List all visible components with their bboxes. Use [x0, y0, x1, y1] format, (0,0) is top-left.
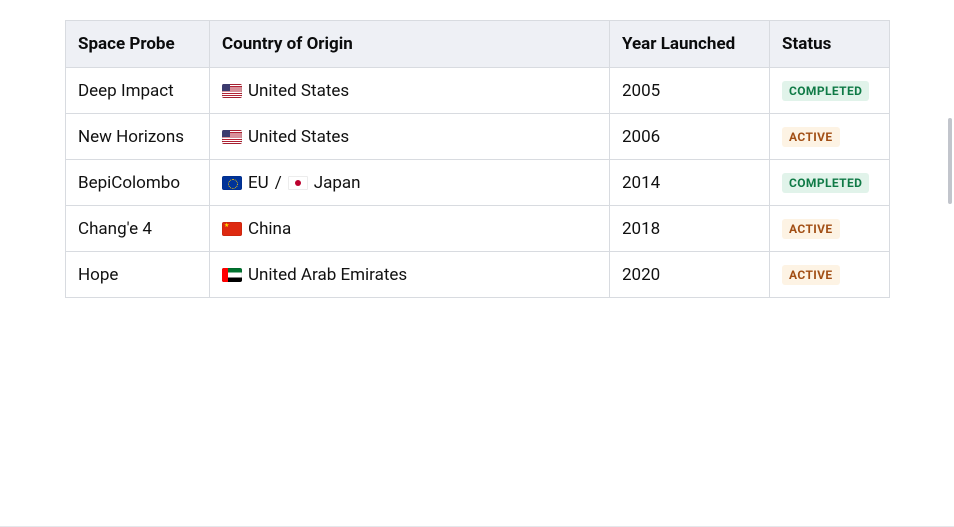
cell-status: COMPLETED	[770, 160, 890, 206]
cell-year: 2014	[610, 160, 770, 206]
flag-eu-icon	[222, 176, 242, 190]
cell-year: 2020	[610, 252, 770, 298]
space-probes-table: Space Probe Country of Origin Year Launc…	[65, 20, 890, 298]
cell-probe: New Horizons	[66, 114, 210, 160]
cell-probe: Chang'e 4	[66, 206, 210, 252]
status-badge: ACTIVE	[782, 265, 840, 285]
col-header-country: Country of Origin	[210, 21, 610, 68]
cell-probe: BepiColombo	[66, 160, 210, 206]
status-badge: COMPLETED	[782, 173, 869, 193]
cell-probe: Deep Impact	[66, 68, 210, 114]
country-name: United States	[248, 127, 349, 147]
cell-probe: Hope	[66, 252, 210, 298]
country-name: Japan	[314, 173, 361, 193]
cell-year: 2005	[610, 68, 770, 114]
cell-year: 2018	[610, 206, 770, 252]
table-row: Hope United Arab Emirates 2020 ACTIVE	[66, 252, 890, 298]
cell-country: United Arab Emirates	[210, 252, 610, 298]
country-name: China	[248, 219, 291, 239]
status-badge: COMPLETED	[782, 81, 869, 101]
col-header-year: Year Launched	[610, 21, 770, 68]
col-header-status: Status	[770, 21, 890, 68]
col-header-probe: Space Probe	[66, 21, 210, 68]
table-row: New Horizons United States 2006 ACTIVE	[66, 114, 890, 160]
cell-status: COMPLETED	[770, 68, 890, 114]
cell-status: ACTIVE	[770, 206, 890, 252]
cell-country: EU / Japan	[210, 160, 610, 206]
country-separator: /	[275, 173, 282, 193]
cell-country: United States	[210, 114, 610, 160]
cell-status: ACTIVE	[770, 252, 890, 298]
flag-ae-icon	[222, 268, 242, 282]
country-name: United Arab Emirates	[248, 265, 407, 285]
country-name: United States	[248, 81, 349, 101]
cell-country: United States	[210, 68, 610, 114]
flag-cn-icon	[222, 222, 242, 236]
table-body: Deep Impact United States 2005 COMPLETED Ne…	[66, 68, 890, 298]
flag-us-icon	[222, 130, 242, 144]
table-row: BepiColombo EU / Japan2014COMPLETED	[66, 160, 890, 206]
table-row: Chang'e 4 China 2018 ACTIVE	[66, 206, 890, 252]
cell-status: ACTIVE	[770, 114, 890, 160]
scrollbar-thumb[interactable]	[948, 118, 952, 204]
status-badge: ACTIVE	[782, 219, 840, 239]
cell-year: 2006	[610, 114, 770, 160]
flag-jp-icon	[288, 176, 308, 190]
table-row: Deep Impact United States 2005 COMPLETED	[66, 68, 890, 114]
table-header-row: Space Probe Country of Origin Year Launc…	[66, 21, 890, 68]
country-name: EU	[248, 173, 269, 193]
flag-us-icon	[222, 84, 242, 98]
status-badge: ACTIVE	[782, 127, 840, 147]
cell-country: China	[210, 206, 610, 252]
